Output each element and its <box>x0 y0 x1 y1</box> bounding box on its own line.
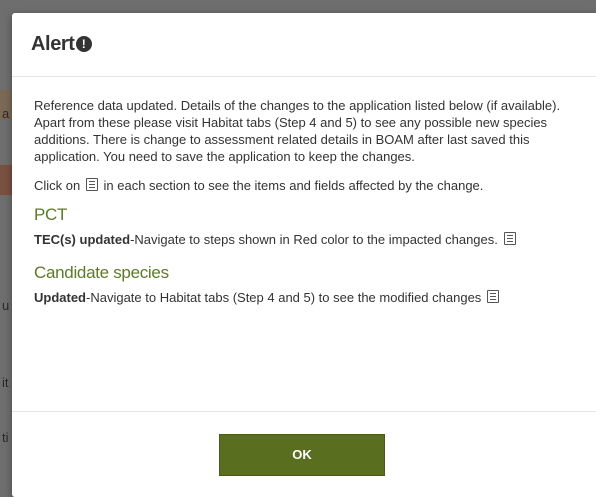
section-pct: PCT TEC(s) updated-Navigate to steps sho… <box>34 206 580 248</box>
section-message: TEC(s) updated-Navigate to steps shown i… <box>34 231 580 248</box>
dialog-header: Alert! <box>12 13 596 77</box>
details-list-icon[interactable] <box>486 290 499 303</box>
alert-dialog: Alert! Reference data updated. Details o… <box>12 13 596 497</box>
section-title: PCT <box>34 205 68 224</box>
dialog-footer: OK <box>12 411 596 497</box>
background-text: ti <box>2 430 9 445</box>
dialog-title: Alert! <box>31 33 92 56</box>
background-text: u <box>2 298 10 313</box>
ok-button[interactable]: OK <box>219 433 385 476</box>
section-candidate-species: Candidate species Updated-Navigate to Ha… <box>34 264 580 306</box>
intro-text: Reference data updated. Details of the c… <box>34 98 561 164</box>
exclamation-circle-icon: ! <box>75 35 92 52</box>
dialog-body: Reference data updated. Details of the c… <box>12 77 596 306</box>
hint-text: Click on in each section to see the item… <box>34 178 484 193</box>
background-text: a <box>2 106 10 121</box>
details-list-icon[interactable] <box>503 232 516 245</box>
section-message: Updated-Navigate to Habitat tabs (Step 4… <box>34 289 580 306</box>
details-list-icon <box>85 178 98 191</box>
section-title: Candidate species <box>34 263 169 282</box>
background-text: it <box>2 375 9 390</box>
